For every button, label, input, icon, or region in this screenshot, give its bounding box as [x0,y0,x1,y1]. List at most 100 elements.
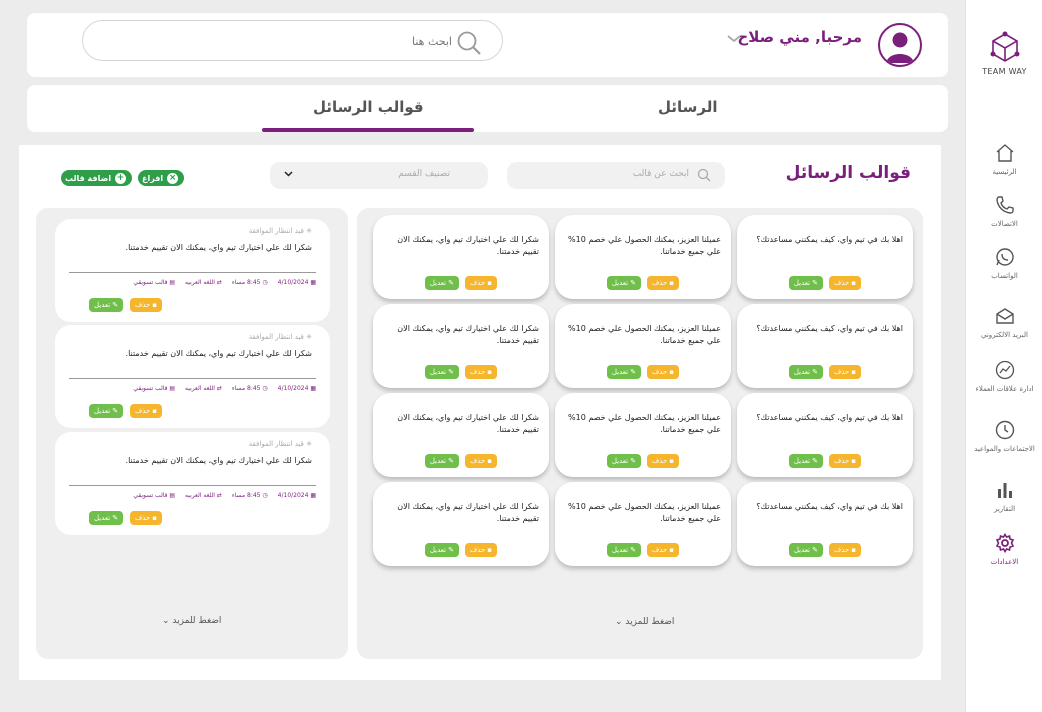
sidebar-item-whatsapp[interactable]: الواتساب [966,247,1042,281]
template-card[interactable]: شكرا لك علي اختيارك تيم واي، يمكنك الان … [373,215,549,299]
edit-button[interactable]: ✎ تعديل [424,543,459,557]
load-more-pending[interactable]: اضغط للمزيد ⌄ [162,616,221,626]
add-template-button[interactable]: + اضافة قالب [61,170,133,186]
template-card[interactable]: شكرا لك علي اختيارك تيم واي، يمكنك الان … [373,482,549,566]
template-search[interactable]: ابحث عن قالب [507,162,725,189]
delete-button[interactable]: ▪ حذف [646,276,679,290]
template-card[interactable]: عميلنا العزيز، يمكنك الحصول علي خصم 10% … [555,215,731,299]
clock-icon: ◷ [260,279,268,286]
template-card[interactable]: اهلا بك في تيم واي، كيف يمكنني مساعدتك؟ ▪… [737,393,913,477]
trash-icon: ▪ [669,457,674,465]
edit-button[interactable]: ✎ تعديل [788,276,823,290]
trash-icon: ▪ [851,368,856,376]
template-meta: ▦ 4/10/2024 ◷ 8:45 مساء ⇄ اللغه العربيه ▤ ق… [69,385,316,392]
edit-button[interactable]: ✎ تعديل [89,404,124,418]
sidebar-item-phone[interactable]: الاتصالات [966,195,1042,229]
template-message: اهلا بك في تيم واي، كيف يمكنني مساعدتك؟ [756,413,903,422]
chevron-down-icon[interactable] [727,31,741,47]
sidebar-item-bar-chart[interactable]: التقارير [966,480,1042,514]
template-card[interactable]: عميلنا العزيز، يمكنك الحصول علي خصم 10% … [555,482,731,566]
pending-template-card[interactable]: ✳ قيد انتظار الموافقة شكرا لك علي اختيارك… [55,432,330,535]
pencil-icon: ✎ [112,407,119,415]
template-message: اهلا بك في تيم واي، كيف يمكنني مساعدتك؟ [756,324,903,333]
edit-button[interactable]: ✎ تعديل [424,454,459,468]
template-card[interactable]: اهلا بك في تيم واي، كيف يمكنني مساعدتك؟ ▪… [737,215,913,299]
delete-button[interactable]: ▪ حذف [828,365,861,379]
delete-button[interactable]: ▪ حذف [464,543,497,557]
tab-messages[interactable]: الرسائل [658,98,718,116]
delete-button[interactable]: ▪ حذف [130,511,163,525]
delete-label: حذف [469,457,486,465]
edit-button[interactable]: ✎ تعديل [788,454,823,468]
delete-button[interactable]: ▪ حذف [828,276,861,290]
edit-button[interactable]: ✎ تعديل [606,365,641,379]
edit-label: تعديل [611,546,629,554]
template-card[interactable]: اهلا بك في تيم واي، كيف يمكنني مساعدتك؟ ▪… [737,304,913,388]
phone-icon [995,196,1014,214]
spinner-icon: ✳ [303,227,312,235]
calendar-icon: ▦ [308,279,316,286]
time-value: ◷ 8:45 مساء [231,492,268,499]
delete-button[interactable]: ▪ حذف [828,454,861,468]
grid-icon: ▤ [167,279,176,286]
clear-button[interactable]: × افراغ [138,170,185,186]
search-icon[interactable] [697,168,711,182]
user-avatar-icon [886,32,914,63]
translate-icon: ⇄ [214,385,222,392]
template-message: اهلا بك في تيم واي، كيف يمكنني مساعدتك؟ [756,235,903,244]
date-value: ▦ 4/10/2024 [277,492,316,499]
load-more-templates[interactable]: اضغط للمزيد ⌄ [615,617,674,627]
category-select[interactable]: تصنيف القسم [270,162,488,189]
search-icon[interactable] [456,30,482,56]
sidebar-item-home[interactable]: الرئيسية [966,143,1042,177]
pencil-icon: ✎ [812,279,818,287]
pending-template-card[interactable]: ✳ قيد انتظار الموافقة شكرا لك علي اختيارك… [55,219,330,322]
edit-button[interactable]: ✎ تعديل [424,365,459,379]
sidebar-item-gear[interactable]: الاعدادات [966,533,1042,567]
template-card[interactable]: شكرا لك علي اختيارك تيم واي، يمكنك الان … [373,393,549,477]
template-message: عميلنا العزيز، يمكنك الحصول علي خصم 10% … [568,324,721,345]
delete-label: حذف [469,368,486,376]
sidebar-item-clock[interactable]: الاجتماعات والمواعيد [966,420,1042,454]
delete-label: حذف [833,457,850,465]
delete-button[interactable]: ▪ حذف [828,543,861,557]
template-card[interactable]: عميلنا العزيز، يمكنك الحصول علي خصم 10% … [555,304,731,388]
brand-logo[interactable]: TEAM WAY [966,30,1042,76]
edit-button[interactable]: ✎ تعديل [89,511,124,525]
template-card[interactable]: عميلنا العزيز، يمكنك الحصول علي خصم 10% … [555,393,731,477]
delete-button[interactable]: ▪ حذف [130,298,163,312]
edit-button[interactable]: ✎ تعديل [788,543,823,557]
type-value: ▤ قالب تسويقي [133,385,176,392]
edit-button[interactable]: ✎ تعديل [89,298,124,312]
template-search-input[interactable]: ابحث عن قالب [633,169,689,179]
divider [69,378,316,379]
delete-button[interactable]: ▪ حذف [464,276,497,290]
template-message: شكرا لك علي اختيارك تيم واي، يمكنك الان … [125,349,312,358]
tab-templates[interactable]: قوالب الرسائل [313,98,424,116]
pending-template-card[interactable]: ✳ قيد انتظار الموافقة شكرا لك علي اختيارك… [55,325,330,428]
edit-button[interactable]: ✎ تعديل [424,276,459,290]
delete-button[interactable]: ▪ حذف [646,543,679,557]
sidebar-item-chart-line[interactable]: ادارة علاقات العملاء [966,360,1042,394]
greeting: مرحبا, مني صلاح [737,28,862,46]
edit-button[interactable]: ✎ تعديل [606,276,641,290]
delete-button[interactable]: ▪ حذف [646,365,679,379]
delete-button[interactable]: ▪ حذف [464,454,497,468]
search-input[interactable] [143,31,452,51]
avatar[interactable] [878,23,922,67]
edit-button[interactable]: ✎ تعديل [606,454,641,468]
close-icon: × [167,172,179,184]
delete-button[interactable]: ▪ حذف [646,454,679,468]
language-value: ⇄ اللغه العربيه [185,279,222,286]
delete-button[interactable]: ▪ حذف [130,404,163,418]
edit-button[interactable]: ✎ تعديل [606,543,641,557]
template-card[interactable]: اهلا بك في تيم واي، كيف يمكنني مساعدتك؟ ▪… [737,482,913,566]
templates-panel: قوالب الرسائل ابحث عن قالب تصنيف القسم ×… [19,145,941,680]
pencil-icon: ✎ [812,457,818,465]
sidebar-item-mail[interactable]: البريد الالكتروني [966,306,1042,340]
template-card[interactable]: شكرا لك علي اختيارك تيم واي، يمكنك الان … [373,304,549,388]
delete-button[interactable]: ▪ حذف [464,365,497,379]
edit-button[interactable]: ✎ تعديل [788,365,823,379]
spinner-icon: ✳ [303,440,312,448]
global-search[interactable] [82,20,503,61]
